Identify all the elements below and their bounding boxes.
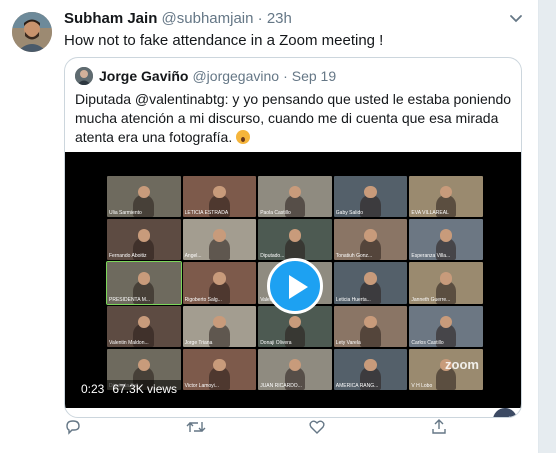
participant-name: LETICIA ESTRADA xyxy=(184,210,229,217)
participant-figure xyxy=(360,315,381,347)
participant-tile: JUAN RICARDO... xyxy=(258,348,332,390)
zoom-watermark: zoom xyxy=(445,356,479,372)
separator-dot: · xyxy=(257,10,263,27)
share-icon[interactable] xyxy=(430,418,450,438)
participant-tile: Lety Varela xyxy=(333,305,408,347)
participant-tile: Gaby Salido xyxy=(333,176,408,218)
participant-name: Esperanza Villa... xyxy=(411,253,451,260)
participant-tile: Valentin Maldon... xyxy=(107,305,181,347)
participant-name: Donaji Olivera xyxy=(260,339,292,346)
participant-tile: Rigoberto Salg... xyxy=(182,262,257,304)
tweet-time[interactable]: 23h xyxy=(267,10,292,27)
tweet-header: Subham Jain @subhamjain · 23h xyxy=(64,10,292,27)
participant-tile: Diputado... xyxy=(258,219,332,261)
participant-name: Leticia Huerta... xyxy=(335,296,371,303)
quote-text: Diputada @valentinabtg: y yo pensando qu… xyxy=(75,91,512,145)
participant-name: V H Lobo xyxy=(411,383,433,389)
quoted-tweet[interactable]: Jorge Gaviño @jorgegavino · Sep 19 Diput… xyxy=(64,57,522,418)
tweet-actions xyxy=(64,418,464,440)
tweet-text: How not to fake attendance in a Zoom mee… xyxy=(64,32,384,49)
participant-tile: Janneth Guerre... xyxy=(409,262,483,304)
participant-name: Lety Varela xyxy=(335,339,361,346)
quote-author-avatar[interactable] xyxy=(75,67,93,85)
quote-author-name[interactable]: Jorge Gaviño xyxy=(99,68,188,84)
participant-name: Jorge Triana xyxy=(184,339,213,346)
reply-icon[interactable] xyxy=(64,418,84,438)
participant-name: AMERICA RANG... xyxy=(335,383,379,389)
participant-name: JUAN RICARDO... xyxy=(260,383,302,389)
participant-name: Janneth Guerre... xyxy=(411,296,451,303)
participant-tile: LETICIA ESTRADA xyxy=(182,176,257,218)
quote-text-block: Diputada @valentinabtg: y yo pensando qu… xyxy=(75,90,515,147)
participant-name: Paola Castillo xyxy=(260,210,291,217)
video-duration: 0:23 xyxy=(81,382,105,396)
page-background-edge xyxy=(538,0,556,453)
participant-name: Gaby Salido xyxy=(335,210,364,217)
video-views: 67.3K views xyxy=(112,382,178,396)
participant-tile: Paola Castillo xyxy=(258,176,332,218)
video-player[interactable]: Ulia Sarmiento LETICIA ESTRADA Paola Casti… xyxy=(65,152,521,417)
chevron-down-icon[interactable] xyxy=(508,10,524,26)
quote-author-handle[interactable]: @jorgegavino xyxy=(192,68,279,84)
participant-name: Tonatiuh Gonz... xyxy=(335,253,373,260)
participant-figure xyxy=(360,186,381,218)
participant-tile: AMERICA RANG... xyxy=(333,348,408,390)
participant-tile: Victor Lamoyi... xyxy=(182,348,257,390)
play-icon xyxy=(289,275,308,299)
participant-tile: EVA VILLAREAL xyxy=(409,176,483,218)
participant-name: Fernando Aboitiz xyxy=(109,253,147,260)
scroll-arrow-icon[interactable] xyxy=(493,408,517,417)
participant-tile: Ulia Sarmiento xyxy=(107,176,181,218)
participant-figure xyxy=(284,229,306,261)
participant-name: Carlos Castillo xyxy=(411,339,444,346)
participant-tile: Fernando Aboitiz xyxy=(107,219,181,261)
author-name[interactable]: Subham Jain xyxy=(64,10,157,27)
participant-name: EVA VILLAREAL xyxy=(411,210,449,217)
quote-header: Jorge Gaviño @jorgegavino · Sep 19 xyxy=(75,66,336,86)
participant-tile: Esperanza Villa... xyxy=(409,219,483,261)
participant-figure xyxy=(209,229,230,261)
participant-tile: PRESIDENTA M... xyxy=(106,261,182,305)
participant-name: Diputado... xyxy=(260,253,285,260)
play-button[interactable] xyxy=(267,258,323,314)
participant-tile: Tonatiuh Gonz... xyxy=(333,219,408,261)
participant-name: Valentin Maldon... xyxy=(109,339,149,346)
tweet[interactable]: Subham Jain @subhamjain · 23h How not to… xyxy=(0,0,538,453)
author-handle[interactable]: @subhamjain xyxy=(162,10,254,27)
participant-tile: Angel... xyxy=(182,219,257,261)
quote-date[interactable]: Sep 19 xyxy=(292,68,336,84)
participant-tile: V H Lobo zoom xyxy=(409,348,483,390)
participant-tile: Jorge Triana xyxy=(182,305,257,347)
participant-tile: Carlos Castillo xyxy=(409,305,483,347)
participant-name: Victor Lamoyi... xyxy=(184,383,219,389)
participant-name: Rigoberto Salg... xyxy=(184,296,222,303)
retweet-icon[interactable] xyxy=(186,418,206,438)
participant-name: Angel... xyxy=(184,253,202,260)
like-icon[interactable] xyxy=(308,418,328,438)
participant-name: Ulia Sarmiento xyxy=(109,210,142,217)
participant-tile: Leticia Huerta... xyxy=(333,262,408,304)
video-info-badge: 0:23 67.3K views xyxy=(75,380,184,398)
author-avatar[interactable] xyxy=(12,12,52,52)
participant-name: PRESIDENTA M... xyxy=(109,296,151,303)
quote-separator-dot: · xyxy=(283,68,288,84)
astonished-face-icon xyxy=(236,130,251,144)
